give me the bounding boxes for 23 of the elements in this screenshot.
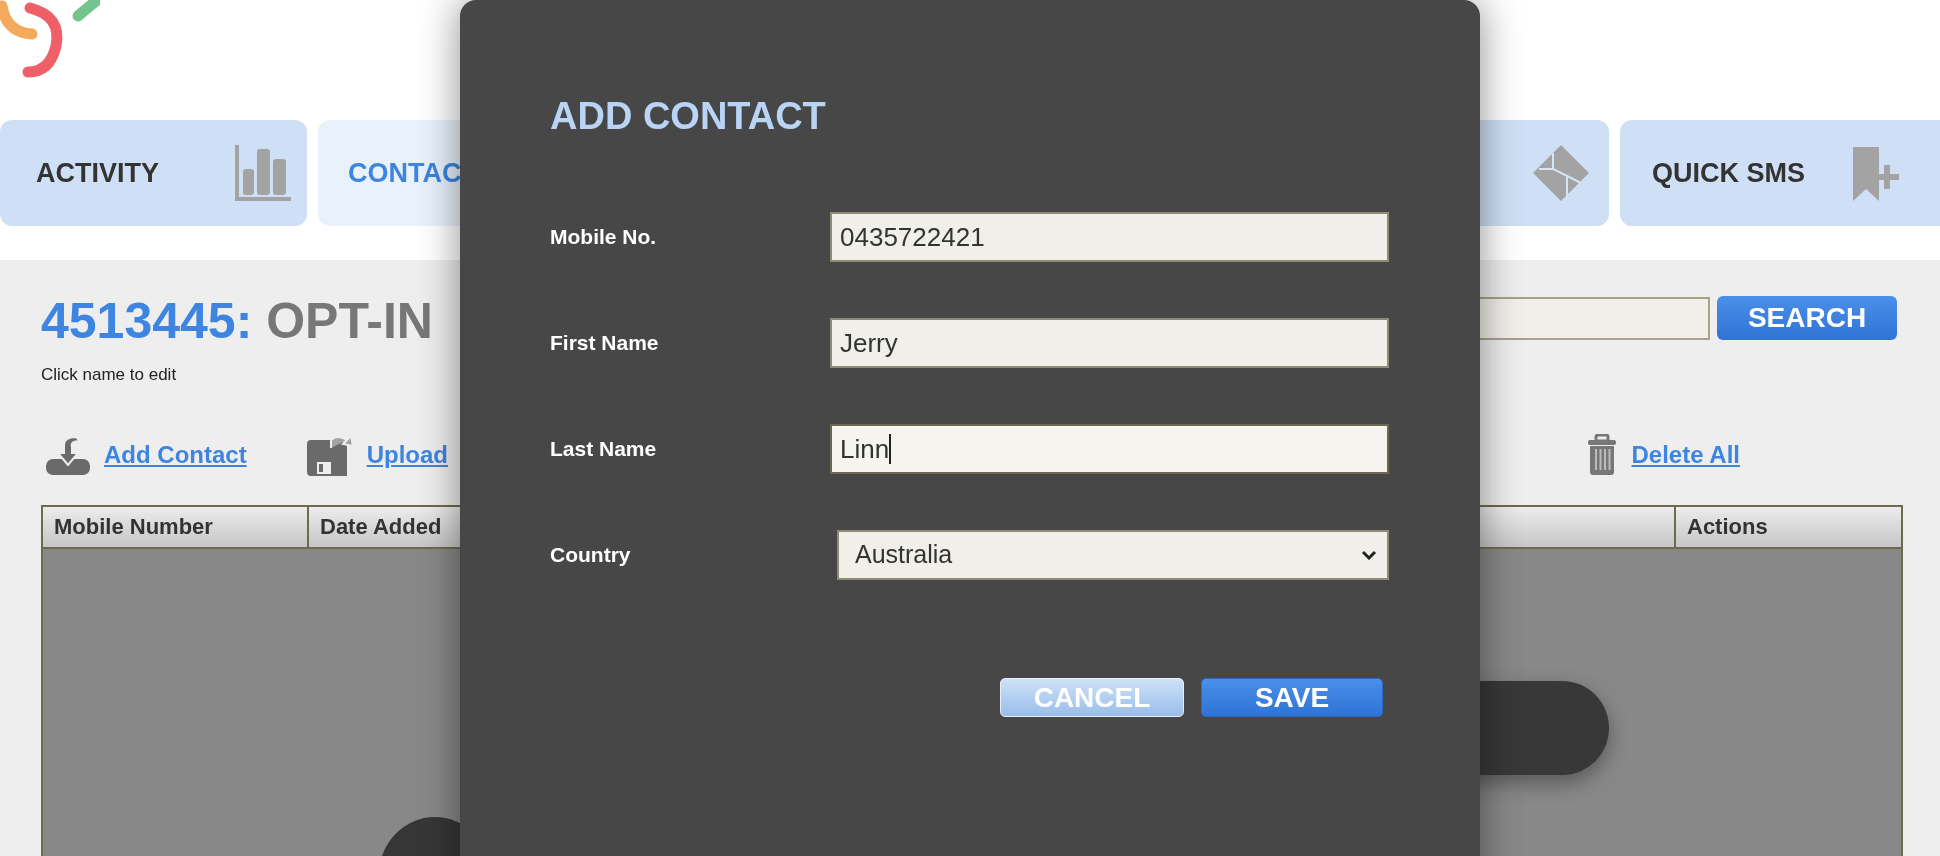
nav-tab[interactable]: QUICK SMS [1620, 120, 1940, 226]
bar-chart-icon [235, 145, 291, 201]
list-heading: 4513445: OPT-IN [41, 296, 433, 346]
envelope-icon [1533, 145, 1589, 201]
field-label: Mobile No. [550, 224, 658, 251]
field-label: Country [550, 542, 632, 569]
logo-icon [0, 0, 100, 78]
chevron-down-icon [1361, 550, 1377, 560]
input-field[interactable]: Jerry [830, 318, 1389, 368]
search-button[interactable]: SEARCH [1717, 296, 1897, 340]
trash-icon [1585, 433, 1618, 476]
column-header[interactable]: Actions [1676, 506, 1901, 547]
input-field[interactable]: Linn [830, 424, 1389, 474]
input-field[interactable]: 0435722421 [830, 212, 1389, 262]
field-label: Last Name [550, 436, 658, 463]
edit-hint: Click name to edit [41, 364, 178, 386]
save-button[interactable]: SAVE [1201, 678, 1383, 717]
nav-tab[interactable]: ACTIVITY [0, 120, 307, 226]
field-label: First Name [550, 330, 660, 357]
country-dropdown[interactable]: Australia [837, 530, 1389, 580]
dialog-title: ADD CONTACT [550, 97, 827, 135]
column-header[interactable]: Mobile Number [43, 506, 309, 547]
bookmark-plus-icon [1851, 145, 1901, 201]
